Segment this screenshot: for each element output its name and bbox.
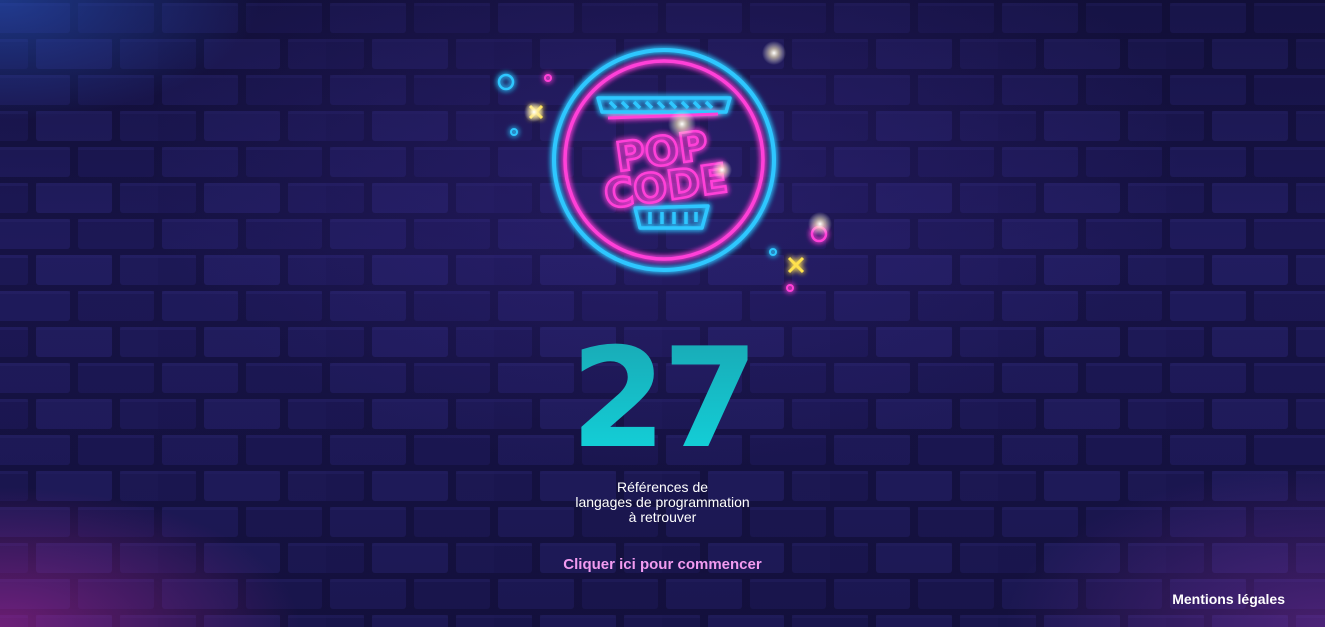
popcode-logo[interactable]: POP CODE: [490, 40, 840, 300]
deco-circle-blue: [497, 73, 515, 91]
sparkle: [808, 212, 832, 236]
start-cta-wrapper: Cliquer ici pour commencer: [0, 556, 1325, 574]
sparkle: [712, 160, 732, 180]
start-button[interactable]: Cliquer ici pour commencer: [563, 556, 761, 573]
legal-notice-link[interactable]: Mentions légales: [1172, 591, 1285, 607]
sparkle: [668, 110, 696, 138]
deco-dot-pink: [544, 74, 552, 82]
subtitle-line: langages de programmation: [575, 494, 750, 510]
deco-dot-blue-2: [769, 248, 777, 256]
reference-description: Références de langages de programmation …: [0, 480, 1325, 525]
deco-cross-yellow-2: [787, 256, 805, 274]
sparkle: [762, 41, 786, 65]
deco-dot-blue: [510, 128, 518, 136]
subtitle-line: Références de: [616, 479, 709, 495]
page: POP CODE 27 Références de langages de pr…: [0, 0, 1325, 627]
reference-count: 27: [0, 330, 1325, 468]
deco-dot-pink-2: [786, 284, 794, 292]
subtitle-line: à retrouver: [628, 509, 697, 525]
sparkle: [524, 102, 544, 122]
